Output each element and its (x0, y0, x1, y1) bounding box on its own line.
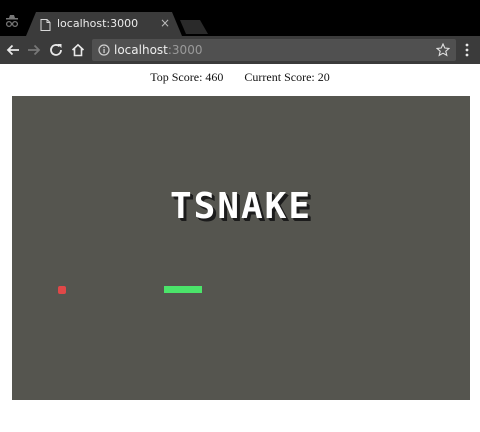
score-bar: Top Score: 460 Current Score: 20 (0, 70, 480, 85)
game-board[interactable]: TSNAKE (12, 96, 470, 400)
top-score: Top Score: 460 (150, 70, 223, 85)
reload-icon[interactable] (48, 42, 64, 58)
top-score-value: 460 (205, 70, 224, 84)
top-score-label: Top Score: (150, 70, 203, 84)
incognito-icon (5, 15, 19, 28)
forward-icon[interactable] (26, 42, 42, 58)
tab-localhost[interactable]: localhost:3000 × (26, 12, 182, 36)
current-score-label: Current Score: (244, 70, 315, 84)
tab-title: localhost:3000 (57, 17, 139, 30)
browser-toolbar: localhost:3000 (0, 36, 480, 64)
food-pellet (58, 286, 66, 294)
page-icon (40, 19, 51, 31)
snake (164, 286, 202, 293)
tab-strip: localhost:3000 × (0, 0, 480, 36)
game-title: TSNAKE (169, 186, 313, 227)
bookmark-star-icon[interactable] (436, 43, 450, 57)
home-icon[interactable] (70, 42, 86, 58)
back-icon[interactable] (5, 42, 21, 58)
url-port: :3000 (167, 43, 203, 57)
new-tab-button[interactable] (180, 20, 208, 34)
url-text: localhost:3000 (114, 43, 202, 57)
close-tab-icon[interactable]: × (160, 16, 170, 30)
address-bar[interactable]: localhost:3000 (92, 39, 456, 61)
url-host: localhost (114, 43, 168, 57)
menu-icon[interactable] (462, 42, 472, 58)
current-score: Current Score: 20 (244, 70, 329, 85)
info-icon[interactable] (98, 44, 110, 56)
current-score-value: 20 (317, 70, 330, 84)
